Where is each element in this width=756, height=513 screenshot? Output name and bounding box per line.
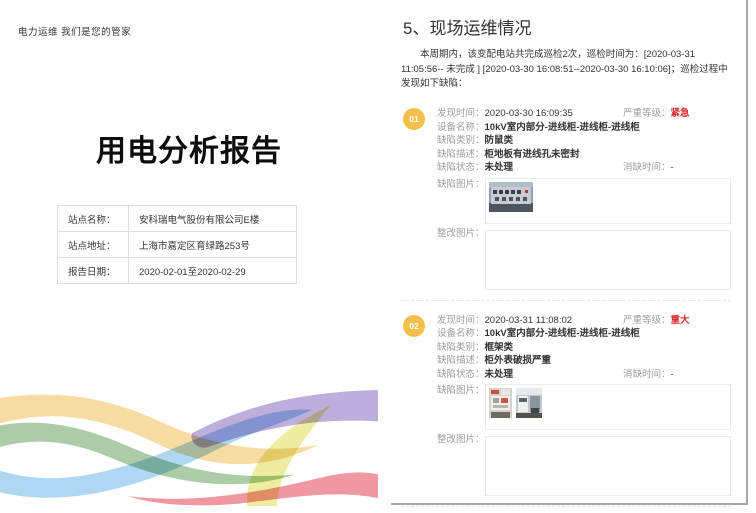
defect-row-device: 设备名称： 10kV室内部分-进线柜-进线柜-进线柜: [437, 121, 731, 135]
status-value: 未处理: [485, 368, 514, 382]
description-value: 柜外表破损严重: [485, 354, 552, 368]
defect-photo-thumbnail[interactable]: [489, 182, 533, 212]
severity-label: 严重等级：: [623, 107, 671, 121]
table-row: 站点名称： 安科瑞电气股份有限公司E楼: [58, 206, 297, 232]
description-label: 缺陷描述：: [437, 354, 485, 368]
defect-photo-box: [485, 384, 731, 430]
fix-photo-box: [485, 230, 731, 290]
fix-photo-label: 整改图片：: [437, 433, 485, 447]
description-label: 缺陷描述：: [437, 148, 485, 162]
clear-time-value: -: [671, 368, 674, 382]
category-label: 缺陷类别：: [437, 341, 485, 355]
defect-photo-row: 缺陷图片：: [437, 178, 731, 224]
fix-photo-row: 整改图片：: [437, 227, 731, 290]
defect-row-time-severity: 发现时间： 2020-03-30 16:09:35 严重等级： 紧急: [437, 107, 731, 121]
report-date-value: 2020-02-01至2020-02-29: [129, 258, 297, 284]
defect-row-time-severity: 发现时间： 2020-03-31 11:08:02 严重等级： 重大: [437, 314, 731, 328]
report-title: 用电分析报告: [0, 126, 378, 170]
defect-photo-row: 缺陷图片：: [437, 384, 731, 430]
defect-photo-box: [485, 178, 731, 224]
table-row: 站点地址： 上海市嘉定区育绿路253号: [58, 232, 297, 258]
defect-number-badge: 01: [403, 108, 425, 130]
defect-photo-label: 缺陷图片：: [437, 384, 485, 398]
defect-row-status: 缺陷状态： 未处理 消缺时间： -: [437, 161, 731, 175]
device-value: 10kV室内部分-进线柜-进线柜-进线柜: [485, 327, 640, 341]
found-time-label: 发现时间：: [437, 107, 485, 121]
defect-photo-thumbnail[interactable]: [516, 388, 542, 418]
category-value: 框架类: [485, 341, 514, 355]
defect-item-01: 01 发现时间： 2020-03-30 16:09:35 严重等级： 紧急 设备…: [401, 105, 731, 301]
status-label: 缺陷状态：: [437, 368, 485, 382]
device-label: 设备名称：: [437, 327, 485, 341]
defect-item-02: 02 发现时间： 2020-03-31 11:08:02 严重等级： 重大 设备…: [401, 312, 731, 508]
site-address-value: 上海市嘉定区育绿路253号: [129, 232, 297, 258]
device-label: 设备名称：: [437, 121, 485, 135]
fix-photo-row: 整改图片：: [437, 433, 731, 496]
table-row: 报告日期： 2020-02-01至2020-02-29: [58, 258, 297, 284]
defect-row-category: 缺陷类别： 防鼠类: [437, 134, 731, 148]
found-time-label: 发现时间：: [437, 314, 485, 328]
status-value: 未处理: [485, 161, 514, 175]
defect-row-status: 缺陷状态： 未处理 消缺时间： -: [437, 368, 731, 382]
section-title: 5、现场运维情况: [403, 14, 731, 39]
operation-report-page: 5、现场运维情况 本周期内，该变配电站共完成巡检2次，巡检时间为：[2020-0…: [391, 0, 748, 505]
found-time-value: 2020-03-30 16:09:35: [485, 107, 573, 121]
site-address-label: 站点地址：: [58, 232, 129, 258]
site-name-value: 安科瑞电气股份有限公司E楼: [129, 206, 297, 232]
clear-time-label: 消缺时间：: [623, 161, 671, 175]
defect-photo-label: 缺陷图片：: [437, 178, 485, 192]
inspection-summary: 本周期内，该变配电站共完成巡检2次，巡检时间为：[2020-03-31 11:0…: [401, 48, 731, 92]
defect-number-badge: 02: [403, 315, 425, 337]
severity-value: 重大: [671, 314, 690, 328]
fix-photo-label: 整改图片：: [437, 227, 485, 241]
report-cover-page: 电力运维 我们是您的管家 用电分析报告 站点名称： 安科瑞电气股份有限公司E楼 …: [0, 0, 378, 513]
status-label: 缺陷状态：: [437, 161, 485, 175]
defect-row-category: 缺陷类别： 框架类: [437, 341, 731, 355]
category-label: 缺陷类别：: [437, 134, 485, 148]
description-value: 柜地板有进线孔未密封: [485, 148, 580, 162]
site-name-label: 站点名称：: [58, 206, 129, 232]
fix-photo-box: [485, 436, 731, 496]
defect-row-device: 设备名称： 10kV室内部分-进线柜-进线柜-进线柜: [437, 327, 731, 341]
severity-label: 严重等级：: [623, 314, 671, 328]
defect-row-description: 缺陷描述： 柜外表破损严重: [437, 354, 731, 368]
device-value: 10kV室内部分-进线柜-进线柜-进线柜: [485, 121, 640, 135]
clear-time-label: 消缺时间：: [623, 368, 671, 382]
defect-photo-thumbnail[interactable]: [489, 388, 512, 418]
found-time-value: 2020-03-31 11:08:02: [485, 314, 573, 328]
report-date-label: 报告日期：: [58, 258, 129, 284]
category-value: 防鼠类: [485, 134, 514, 148]
decorative-wave-graphic: [0, 388, 378, 506]
brand-slogan: 电力运维 我们是您的管家: [18, 24, 131, 38]
defect-row-description: 缺陷描述： 柜地板有进线孔未密封: [437, 148, 731, 162]
severity-value: 紧急: [671, 107, 690, 121]
site-info-table: 站点名称： 安科瑞电气股份有限公司E楼 站点地址： 上海市嘉定区育绿路253号 …: [57, 205, 297, 284]
clear-time-value: -: [671, 161, 674, 175]
